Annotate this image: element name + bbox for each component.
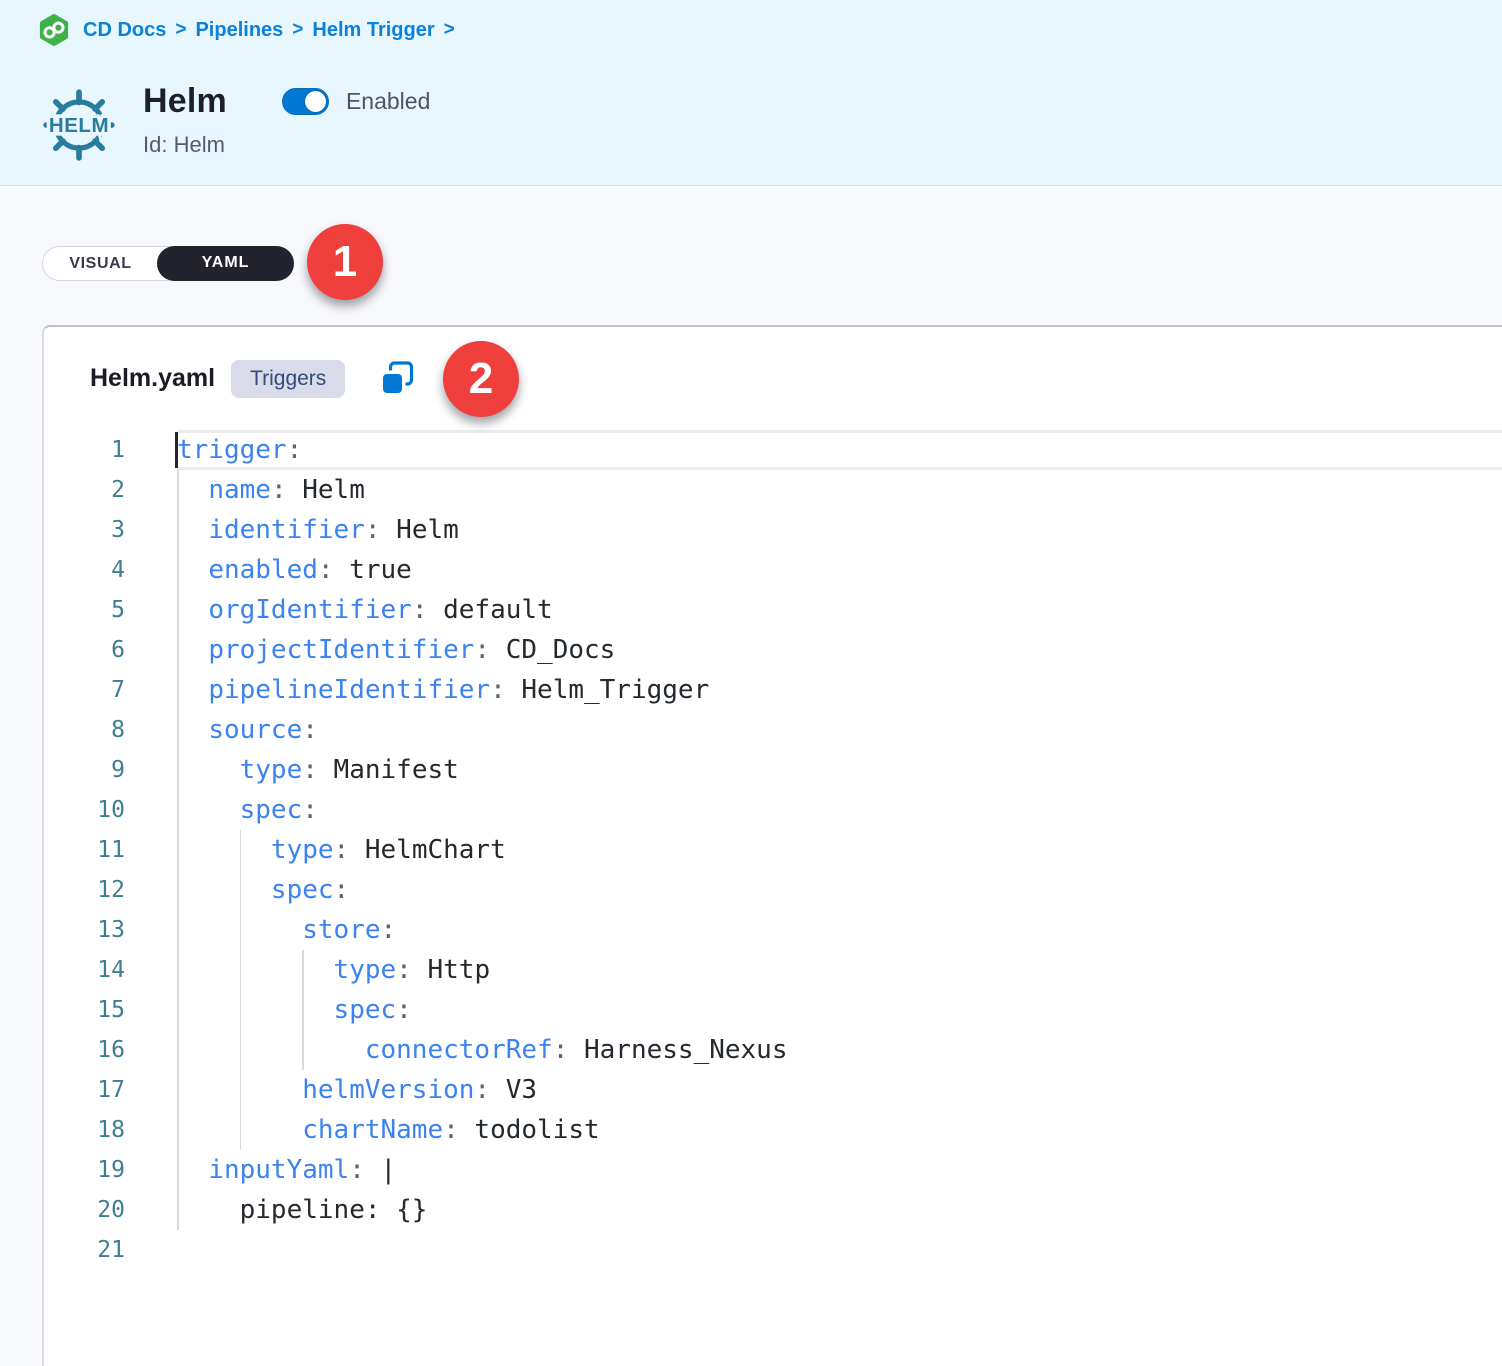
breadcrumb-separator: >: [175, 19, 186, 41]
code-line-2[interactable]: 2 name: Helm: [44, 470, 1502, 510]
line-number: 2: [44, 470, 177, 510]
code-text: spec:: [177, 790, 318, 830]
code-line-3[interactable]: 3 identifier: Helm: [44, 510, 1502, 550]
code-text: type: Http: [177, 950, 490, 990]
code-line-7[interactable]: 7 pipelineIdentifier: Helm_Trigger: [44, 670, 1502, 710]
code-line-12[interactable]: 12 spec:: [44, 870, 1502, 910]
code-text: trigger:: [177, 430, 302, 470]
code-line-10[interactable]: 10 spec:: [44, 790, 1502, 830]
page-title: Helm: [143, 82, 227, 121]
indent-guide: [177, 470, 179, 1230]
indent-guide: [302, 950, 304, 1070]
code-line-21[interactable]: 21: [44, 1230, 1502, 1270]
code-text: store:: [177, 910, 396, 950]
toggle-knob: [305, 91, 326, 112]
code-line-1[interactable]: 1trigger:: [44, 430, 1502, 470]
line-number: 15: [44, 990, 177, 1030]
yaml-code-editor[interactable]: 1trigger:2 name: Helm3 identifier: Helm4…: [44, 430, 1502, 1270]
line-number: 20: [44, 1190, 177, 1230]
line-number: 6: [44, 630, 177, 670]
code-line-5[interactable]: 5 orgIdentifier: default: [44, 590, 1502, 630]
line-number: 16: [44, 1030, 177, 1070]
code-text: orgIdentifier: default: [177, 590, 553, 630]
code-text: projectIdentifier: CD_Docs: [177, 630, 615, 670]
page: CD Docs > Pipelines > Helm Trigger > HEL…: [0, 0, 1502, 1366]
code-line-4[interactable]: 4 enabled: true: [44, 550, 1502, 590]
code-text: helmVersion: V3: [177, 1070, 537, 1110]
copy-icon: [379, 360, 415, 398]
editor-header: Helm.yaml Triggers 2: [44, 327, 1502, 430]
line-number: 8: [44, 710, 177, 750]
breadcrumb-separator: >: [292, 19, 303, 41]
code-text: name: Helm: [177, 470, 365, 510]
code-line-6[interactable]: 6 projectIdentifier: CD_Docs: [44, 630, 1502, 670]
code-line-16[interactable]: 16 connectorRef: Harness_Nexus: [44, 1030, 1502, 1070]
line-number: 10: [44, 790, 177, 830]
code-text: pipeline: {}: [177, 1190, 427, 1230]
yaml-editor-panel: Helm.yaml Triggers 2 1trigger:2 name: He…: [42, 325, 1502, 1366]
code-text: type: HelmChart: [177, 830, 506, 870]
code-line-13[interactable]: 13 store:: [44, 910, 1502, 950]
breadcrumb: CD Docs > Pipelines > Helm Trigger >: [38, 14, 464, 46]
cd-module-icon: [38, 14, 70, 46]
breadcrumb-item-cd-docs[interactable]: CD Docs: [83, 19, 166, 42]
code-line-18[interactable]: 18 chartName: todolist: [44, 1110, 1502, 1150]
line-number: 7: [44, 670, 177, 710]
svg-text:HELM: HELM: [49, 114, 109, 137]
line-number: 19: [44, 1150, 177, 1190]
code-line-20[interactable]: 20 pipeline: {}: [44, 1190, 1502, 1230]
line-number: 21: [44, 1230, 177, 1270]
line-number: 1: [44, 430, 177, 470]
line-number: 11: [44, 830, 177, 870]
trigger-id: Id: Helm: [143, 132, 430, 158]
line-number: 13: [44, 910, 177, 950]
code-line-14[interactable]: 14 type: Http: [44, 950, 1502, 990]
annotation-badge-2: 2: [443, 341, 519, 417]
code-line-17[interactable]: 17 helmVersion: V3: [44, 1070, 1502, 1110]
annotation-badge-1: 1: [307, 224, 383, 300]
page-header: CD Docs > Pipelines > Helm Trigger > HEL…: [0, 0, 1502, 186]
text-cursor: [175, 432, 178, 468]
code-text: inputYaml: |: [177, 1150, 396, 1190]
code-text: identifier: Helm: [177, 510, 459, 550]
line-number: 9: [44, 750, 177, 790]
copy-yaml-button[interactable]: [379, 360, 415, 398]
line-number: 17: [44, 1070, 177, 1110]
line-number: 4: [44, 550, 177, 590]
breadcrumb-item-pipelines[interactable]: Pipelines: [195, 19, 283, 42]
code-text: source:: [177, 710, 318, 750]
line-number: 18: [44, 1110, 177, 1150]
triggers-badge: Triggers: [231, 360, 345, 398]
view-mode-toggle: VISUAL YAML: [42, 246, 292, 281]
code-text: enabled: true: [177, 550, 412, 590]
tab-visual[interactable]: VISUAL: [43, 247, 158, 280]
code-text: type: Manifest: [177, 750, 459, 790]
breadcrumb-separator: >: [444, 19, 455, 41]
code-line-8[interactable]: 8 source:: [44, 710, 1502, 750]
helm-logo-icon: HELM: [40, 80, 118, 168]
code-line-11[interactable]: 11 type: HelmChart: [44, 830, 1502, 870]
breadcrumb-item-helm-trigger[interactable]: Helm Trigger: [312, 19, 434, 42]
code-text: pipelineIdentifier: Helm_Trigger: [177, 670, 709, 710]
tab-yaml[interactable]: YAML: [157, 246, 294, 281]
code-text: connectorRef: Harness_Nexus: [177, 1030, 788, 1070]
enabled-label: Enabled: [346, 88, 430, 115]
indent-guide: [240, 830, 242, 1150]
code-text: spec:: [177, 870, 349, 910]
code-text: spec:: [177, 990, 412, 1030]
code-line-15[interactable]: 15 spec:: [44, 990, 1502, 1030]
enabled-toggle[interactable]: [282, 88, 329, 115]
line-number: 14: [44, 950, 177, 990]
line-number: 12: [44, 870, 177, 910]
file-name: Helm.yaml: [90, 364, 215, 393]
line-number: 5: [44, 590, 177, 630]
code-line-9[interactable]: 9 type: Manifest: [44, 750, 1502, 790]
line-number: 3: [44, 510, 177, 550]
code-line-19[interactable]: 19 inputYaml: |: [44, 1150, 1502, 1190]
